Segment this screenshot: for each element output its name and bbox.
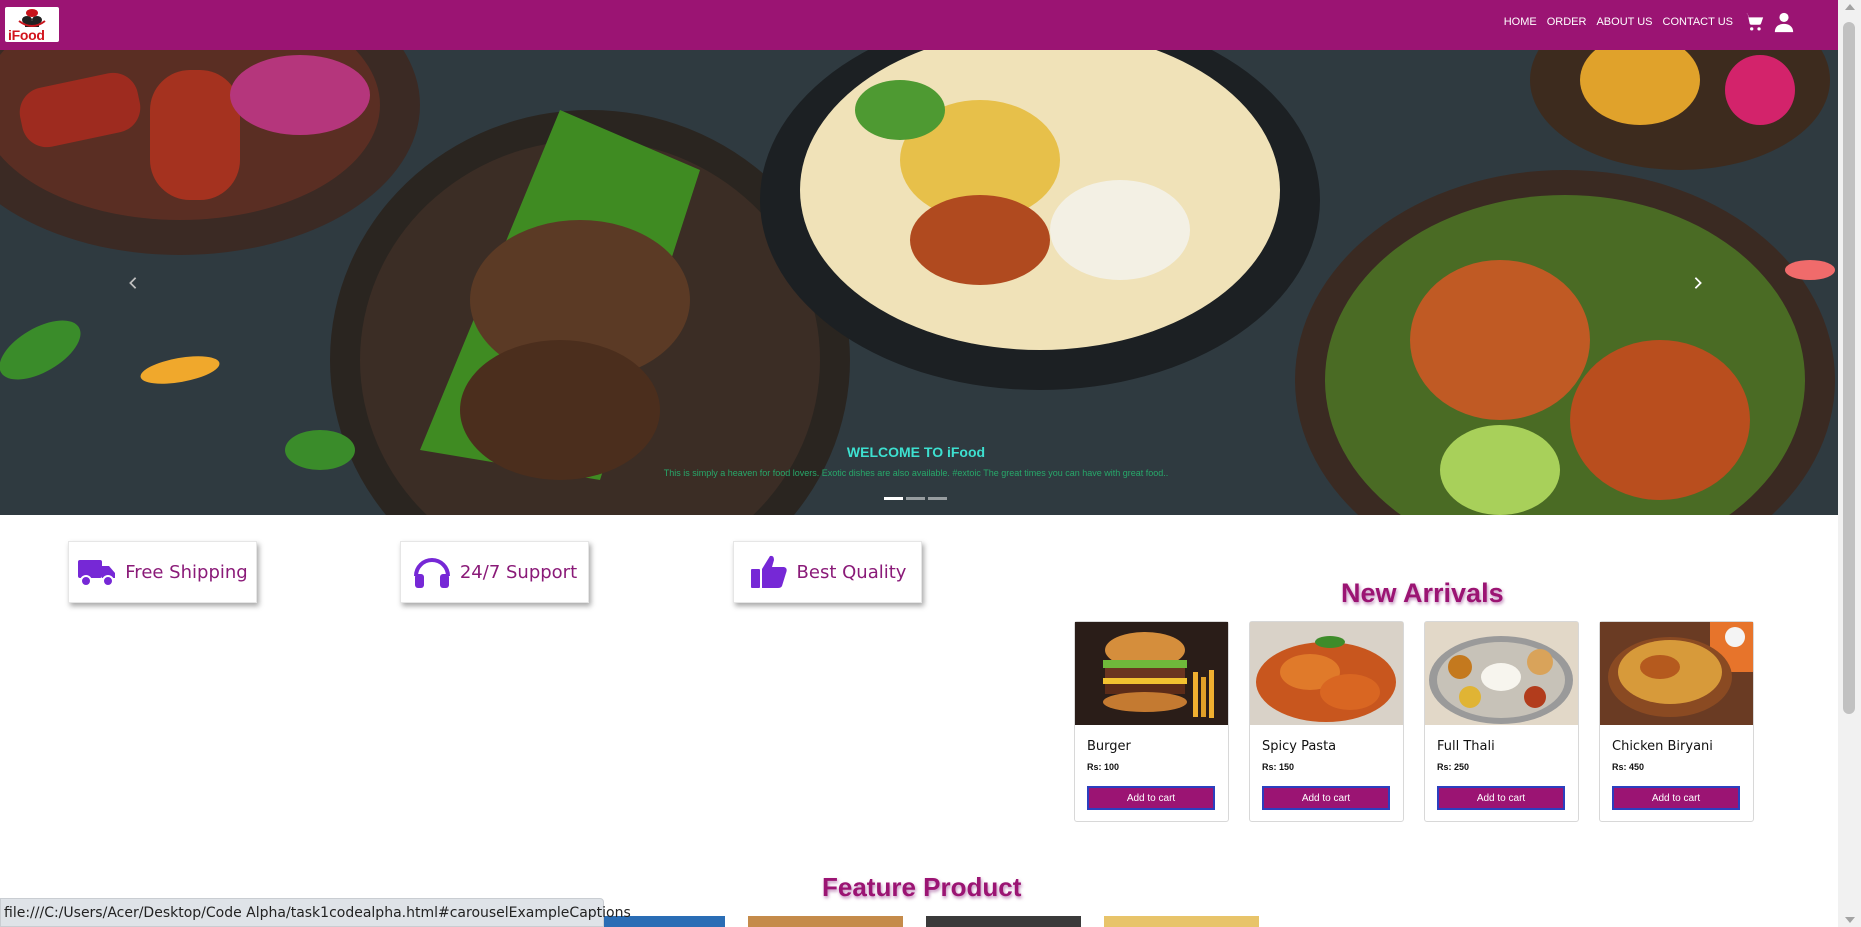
top-navbar: iFood HOME ORDER ABOUT US CONTACT US bbox=[0, 0, 1838, 50]
feature-label: Free Shipping bbox=[125, 561, 248, 583]
product-name: Burger bbox=[1087, 739, 1131, 754]
nav-home[interactable]: HOME bbox=[1499, 16, 1542, 28]
feature-label: Best Quality bbox=[796, 561, 907, 583]
carousel-indicator-2[interactable] bbox=[906, 497, 925, 500]
scroll-down-arrow-icon[interactable] bbox=[1845, 917, 1855, 923]
product-price: Rs: 450 bbox=[1612, 762, 1645, 772]
product-name: Spicy Pasta bbox=[1262, 739, 1337, 754]
product-price: Rs: 100 bbox=[1087, 762, 1120, 772]
feature-product-image-2 bbox=[748, 916, 903, 927]
feature-product-image-3 bbox=[926, 916, 1081, 927]
product-name: Full Thali bbox=[1437, 739, 1495, 754]
headphones-icon bbox=[413, 558, 450, 588]
carousel-caption-title: WELCOME TO iFood bbox=[846, 444, 986, 460]
feature-label: 24/7 Support bbox=[459, 561, 578, 583]
feature-best-quality: Best Quality bbox=[733, 541, 922, 603]
product-card-burger: Burger Rs: 100 Add to cart bbox=[1074, 621, 1229, 822]
chevron-right-icon bbox=[1694, 277, 1702, 289]
product-card-full-thali: Full Thali Rs: 250 Add to cart bbox=[1424, 621, 1579, 822]
carousel-indicator-3[interactable] bbox=[928, 497, 947, 500]
thumbs-up-icon bbox=[750, 555, 787, 588]
new-arrivals-title: New Arrivals bbox=[1341, 578, 1504, 608]
nav-links: HOME ORDER ABOUT US CONTACT US bbox=[1499, 0, 1798, 44]
nav-about-us[interactable]: ABOUT US bbox=[1591, 16, 1657, 28]
biryani-image bbox=[1600, 622, 1753, 725]
add-to-cart-button[interactable]: Add to cart bbox=[1262, 786, 1390, 810]
cart-icon[interactable] bbox=[1740, 8, 1768, 36]
add-to-cart-button[interactable]: Add to cart bbox=[1087, 786, 1215, 810]
carousel-caption-text: This is simply a heaven for food lovers.… bbox=[663, 468, 1169, 478]
logo-text: iFood bbox=[8, 27, 45, 42]
carousel-next-button[interactable] bbox=[1683, 268, 1713, 298]
product-card-spicy-pasta: Spicy Pasta Rs: 150 Add to cart bbox=[1249, 621, 1404, 822]
carousel-indicator-1[interactable] bbox=[884, 497, 903, 500]
nav-order[interactable]: ORDER bbox=[1542, 16, 1592, 28]
user-icon[interactable] bbox=[1770, 8, 1798, 36]
truck-icon bbox=[78, 560, 116, 587]
nav-contact-us[interactable]: CONTACT US bbox=[1658, 16, 1739, 28]
pasta-image bbox=[1250, 622, 1403, 725]
product-price: Rs: 150 bbox=[1262, 762, 1295, 772]
add-to-cart-button[interactable]: Add to cart bbox=[1612, 786, 1740, 810]
chevron-left-icon bbox=[129, 277, 137, 289]
feature-product-title: Feature Product bbox=[822, 872, 1022, 902]
page: iFood HOME ORDER ABOUT US CONTACT US WEL… bbox=[0, 0, 1861, 927]
thali-image bbox=[1425, 622, 1578, 725]
status-url: file:///C:/Users/Acer/Desktop/Code Alpha… bbox=[4, 904, 631, 921]
product-name: Chicken Biryani bbox=[1612, 739, 1713, 754]
burger-image bbox=[1075, 622, 1228, 725]
scrollbar-thumb[interactable] bbox=[1843, 22, 1855, 714]
feature-support: 24/7 Support bbox=[400, 541, 589, 603]
product-price: Rs: 250 bbox=[1437, 762, 1470, 772]
product-card-chicken-biryani: Chicken Biryani Rs: 450 Add to cart bbox=[1599, 621, 1754, 822]
page-scrollbar[interactable] bbox=[1838, 0, 1861, 927]
carousel-prev-button[interactable] bbox=[118, 268, 148, 298]
feature-free-shipping: Free Shipping bbox=[68, 541, 257, 603]
scroll-up-arrow-icon[interactable] bbox=[1845, 4, 1855, 10]
hero-carousel: WELCOME TO iFood This is simply a heaven… bbox=[0, 50, 1838, 515]
browser-status-bar: file:///C:/Users/Acer/Desktop/Code Alpha… bbox=[0, 898, 631, 927]
carousel-indicators bbox=[884, 497, 947, 500]
feature-product-image-4 bbox=[1104, 916, 1259, 927]
add-to-cart-button[interactable]: Add to cart bbox=[1437, 786, 1565, 810]
ifood-logo[interactable]: iFood bbox=[5, 7, 59, 42]
